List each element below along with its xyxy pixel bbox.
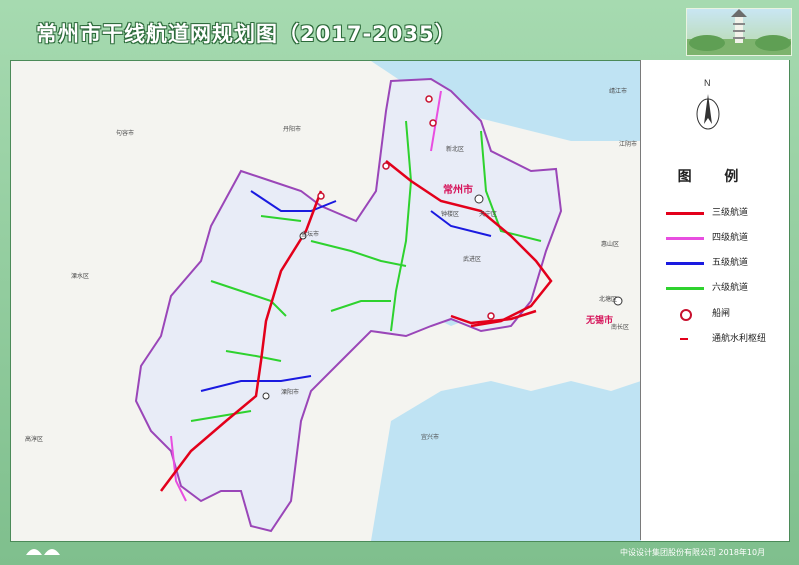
legend-line-swatch [666, 287, 704, 290]
legend-item-label: 五级航道 [712, 258, 749, 268]
map-canvas: 常州市 无锡市 天宁区 钟楼区 武进区 新北区 金坛市 溧阳市 丹阳市 句容市 … [11, 61, 641, 541]
label-xinbei: 新北区 [446, 145, 464, 153]
legend-item: 四级航道 [660, 230, 780, 246]
label-nanchang: 南长区 [611, 323, 629, 331]
label-danyang: 丹阳市 [283, 125, 301, 133]
legend-line-swatch [666, 237, 704, 240]
label-changzhou: 常州市 [443, 183, 473, 196]
liyang-marker[interactable] [262, 392, 270, 400]
legend-item: 船闸 [660, 306, 780, 322]
lock-4[interactable] [317, 192, 325, 200]
footer-date: 2018年10月 [718, 548, 766, 557]
label-zhonglou: 钟楼区 [441, 210, 459, 218]
legend-item: 六级航道 [660, 280, 780, 296]
legend-line-swatch [666, 262, 704, 265]
label-wuxi: 无锡市 [585, 314, 613, 326]
label-jintan: 金坛市 [301, 230, 319, 238]
hub-icon [680, 338, 688, 340]
legend-panel: 图 例 [640, 60, 789, 540]
legend-line-swatch [666, 212, 704, 215]
map-title: 常州市干线航道网规划图（2017-2035） [36, 22, 457, 46]
lock-icon [680, 309, 692, 321]
north-arrow-icon [696, 94, 720, 130]
legend-item-label: 六级航道 [712, 283, 749, 293]
footer: 中设设计集团股份有限公司 2018年10月 [620, 547, 765, 558]
label-gaochun: 高淳区 [25, 435, 43, 443]
lock-5[interactable] [487, 312, 495, 320]
label-huishan: 惠山区 [601, 240, 619, 248]
label-tianning: 天宁区 [479, 210, 497, 218]
label-lishui: 溧水区 [71, 272, 89, 280]
legend-item-label: 四级航道 [712, 233, 749, 243]
lock-3[interactable] [382, 162, 390, 170]
label-wujin: 武进区 [463, 255, 481, 263]
legend-item-label: 通航水利枢纽 [712, 334, 767, 344]
label-jingjiang: 靖江市 [609, 87, 627, 95]
pagoda-illustration [687, 9, 791, 55]
label-beitang: 北塘区 [599, 295, 617, 303]
changzhou-marker[interactable] [474, 194, 484, 204]
label-jiangyin: 江阴市 [619, 140, 637, 148]
label-jurong: 句容市 [116, 129, 134, 137]
lock-2[interactable] [429, 119, 437, 127]
company-logo [26, 549, 60, 555]
legend-item: 五级航道 [660, 255, 780, 271]
legend-item-label: 船闸 [712, 309, 731, 319]
legend-item: 通航水利枢纽 [660, 331, 780, 347]
lock-1[interactable] [425, 95, 433, 103]
label-liyang: 溧阳市 [281, 388, 299, 396]
pagoda-photo [686, 8, 792, 56]
label-yixing: 宜兴市 [421, 433, 439, 441]
legend-item: 三级航道 [660, 205, 780, 221]
footer-org: 中设设计集团股份有限公司 [620, 548, 716, 557]
legend-title: 图 例 [677, 169, 753, 185]
legend-item-label: 三级航道 [712, 208, 749, 218]
